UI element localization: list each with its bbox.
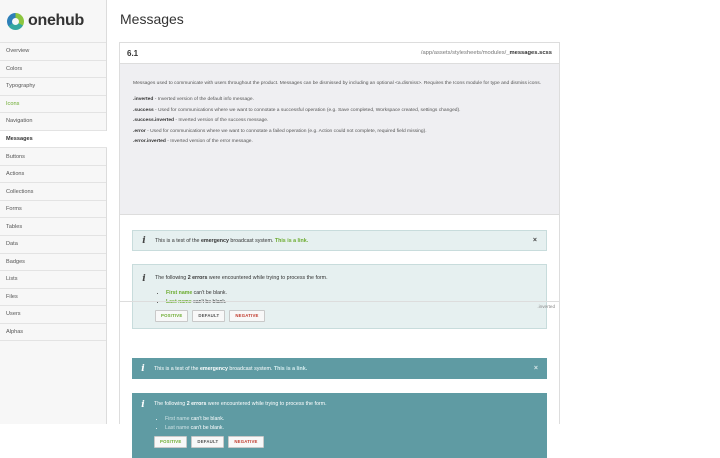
sidebar-item-badges[interactable]: Badges — [0, 254, 106, 272]
error-pre: The following — [155, 275, 188, 281]
inverted-broadcast-message: i This is a test of the emergency broadc… — [132, 358, 547, 379]
info-icon: i — [142, 274, 146, 284]
modifier-name: .inverted — [133, 97, 154, 103]
sidebar-item-data[interactable]: Data — [0, 236, 106, 254]
error-pre: The following — [154, 401, 187, 407]
broadcast-text: This is a test of the emergency broadcas… — [154, 365, 307, 373]
modifier-item: .error.inverted - Inverted version of th… — [133, 137, 546, 148]
sidebar-nav: Overview Colors Typography Icons Navigat… — [0, 42, 107, 342]
close-icon[interactable]: × — [534, 365, 538, 372]
sidebar-item-overview[interactable]: Overview — [0, 43, 106, 61]
error-field[interactable]: Last name — [165, 425, 189, 431]
broadcast-link[interactable]: This is a link. — [274, 366, 307, 372]
error-post: were encountered while trying to process… — [206, 401, 327, 407]
error-summary: The following 2 errors were encountered … — [154, 400, 327, 408]
sidebar-item-tables[interactable]: Tables — [0, 218, 106, 237]
broadcast-strong: emergency — [200, 237, 229, 244]
inverted-error-message: i The following 2 errors were encountere… — [132, 393, 547, 458]
styleguide-section: 6.1 /app/assets/stylesheets/modules/_mes… — [119, 42, 560, 458]
sidebar-item-collections[interactable]: Collections — [0, 183, 106, 201]
list-item: First name can't be blank. — [166, 289, 328, 298]
list-item: Last name can't be blank. — [165, 424, 327, 433]
logo[interactable]: onehub — [7, 11, 84, 31]
modifier-item: .success.inverted - Inverted version of … — [133, 116, 546, 127]
info-icon: i — [142, 235, 146, 246]
error-field[interactable]: First name — [166, 290, 192, 296]
modifier-name: .error.inverted — [133, 139, 166, 145]
sidebar-item-icons[interactable]: Icons — [0, 96, 106, 114]
error-text: can't be blank. — [192, 290, 227, 296]
modifier-name: .success — [133, 107, 154, 113]
error-post: were encountered while trying to process… — [207, 275, 328, 281]
section-description: Messages used to communicate with users … — [120, 64, 559, 215]
onehub-logo-icon — [7, 12, 24, 30]
sidebar-item-buttons[interactable]: Buttons — [0, 148, 106, 166]
sidebar-item-users[interactable]: Users — [0, 306, 106, 324]
path-file: _messages.scss — [506, 50, 552, 56]
button-group: POSITIVE DEFAULT NEGATIVE — [154, 436, 327, 449]
section-number: 6.1 — [127, 48, 139, 58]
description-text: Messages used to communicate with users … — [133, 81, 542, 86]
section-header: 6.1 /app/assets/stylesheets/modules/_mes… — [120, 43, 559, 64]
modifier-item: .error - Used for communications where w… — [133, 127, 546, 138]
modifier-text: - Inverted version of the error message. — [165, 139, 253, 145]
broadcast-link[interactable]: This is a link. — [275, 238, 308, 244]
sidebar-item-typography[interactable]: Typography — [0, 78, 106, 96]
negative-button[interactable]: NEGATIVE — [228, 436, 264, 449]
sidebar: onehub Overview Colors Typography Icons … — [0, 0, 107, 424]
modifier-text: - Inverted version of the default info m… — [153, 97, 254, 103]
broadcast-pre: This is a test of the — [155, 237, 201, 244]
modifier-item: .success - Used for communications where… — [133, 106, 546, 117]
section-path: /app/assets/stylesheets/modules/_message… — [421, 50, 552, 56]
sidebar-item-forms[interactable]: Forms — [0, 201, 106, 219]
error-field[interactable]: First name — [165, 416, 190, 422]
broadcast-strong: emergency — [199, 365, 228, 372]
close-icon[interactable]: × — [533, 237, 537, 244]
sidebar-item-messages[interactable]: Messages — [0, 130, 107, 149]
default-button[interactable]: DEFAULT — [191, 436, 225, 449]
info-icon: i — [141, 363, 145, 374]
error-content: The following 2 errors were encountered … — [154, 400, 327, 449]
positive-button[interactable]: POSITIVE — [154, 436, 188, 449]
list-item: First name can't be blank. — [165, 415, 327, 424]
sidebar-item-actions[interactable]: Actions — [0, 166, 106, 184]
sidebar-item-alphas[interactable]: Alphas — [0, 324, 106, 342]
modifier-list: .inverted - Inverted version of the defa… — [133, 95, 546, 148]
modifier-name: .success.inverted — [133, 118, 175, 124]
modifier-name: .error — [133, 128, 146, 134]
sidebar-item-lists[interactable]: Lists — [0, 271, 106, 289]
brand-name: onehub — [28, 12, 84, 29]
error-summary: The following 2 errors were encountered … — [155, 274, 328, 282]
page-title: Messages — [120, 11, 184, 27]
error-count: 2 errors — [187, 275, 208, 281]
error-text: can't be blank. — [189, 424, 224, 431]
modifier-item: .inverted - Inverted version of the defa… — [133, 95, 546, 106]
error-text: can't be blank. — [189, 416, 225, 422]
modifier-text: - Inverted version of the success messag… — [174, 118, 269, 124]
main-content: Messages 6.1 /app/assets/stylesheets/mod… — [107, 0, 720, 458]
path-prefix: /app/assets/stylesheets/modules/ — [420, 50, 507, 56]
sidebar-item-colors[interactable]: Colors — [0, 61, 106, 79]
broadcast-text: This is a test of the emergency broadcas… — [155, 237, 308, 245]
modifier-text: - Used for communications where we want … — [145, 128, 427, 134]
sidebar-item-files[interactable]: Files — [0, 289, 106, 307]
modifier-text: - Used for communications where we want … — [153, 107, 461, 113]
error-count: 2 errors — [186, 401, 207, 407]
inverted-examples: .inverted i This is a test of the emerge… — [120, 301, 559, 458]
info-icon: i — [141, 400, 145, 410]
broadcast-message: i This is a test of the emergency broadc… — [132, 230, 547, 251]
broadcast-mid: broadcast system. — [227, 365, 274, 372]
inverted-tag: .inverted — [537, 304, 555, 309]
sidebar-item-navigation[interactable]: Navigation — [0, 113, 106, 131]
broadcast-pre: This is a test of the — [154, 365, 200, 372]
broadcast-mid: broadcast system. — [228, 237, 275, 244]
